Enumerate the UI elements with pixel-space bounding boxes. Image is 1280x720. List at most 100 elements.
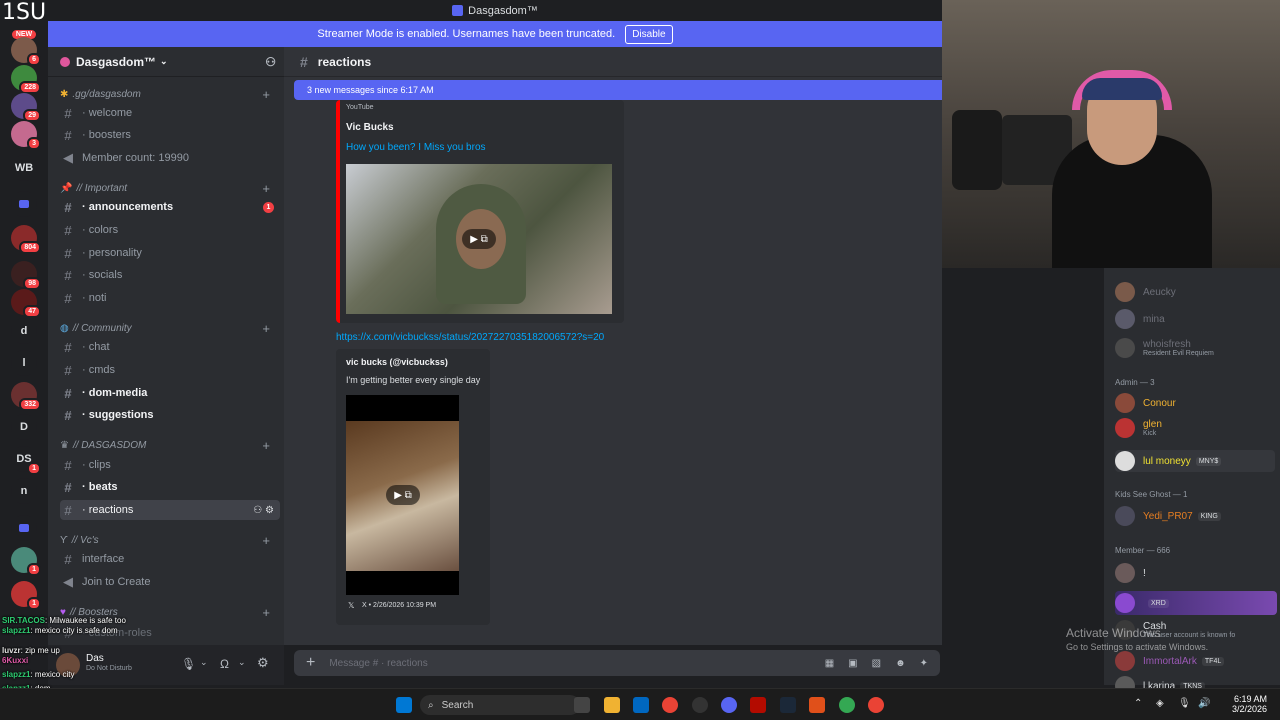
channel-dom-media[interactable]: # · dom-media bbox=[60, 383, 280, 403]
mic-icon[interactable]: 🎙 bbox=[1178, 698, 1191, 709]
add-friend-icon[interactable]: ⚇ bbox=[265, 55, 276, 69]
add-channel-icon[interactable]: + bbox=[262, 181, 270, 196]
server-icon[interactable]: 332 bbox=[11, 382, 41, 411]
discord-icon[interactable] bbox=[721, 697, 737, 713]
category-gg[interactable]: ✱ .gg/dasgasdom + bbox=[60, 87, 276, 102]
play-icon[interactable]: ▶ ⧉ bbox=[462, 229, 496, 249]
server-icon[interactable]: l bbox=[11, 350, 37, 376]
channel-suggestions[interactable]: # · suggestions bbox=[60, 405, 280, 425]
chat-text: : mexico city bbox=[30, 670, 75, 679]
steam-icon[interactable] bbox=[780, 697, 796, 713]
new-messages-bar[interactable]: 3 new messages since 6:17 AM bbox=[294, 80, 942, 100]
server-icon[interactable]: D bbox=[11, 414, 37, 440]
add-channel-icon[interactable]: + bbox=[262, 438, 270, 453]
embed-author[interactable]: vic bucks (@vicbuckss) bbox=[346, 357, 448, 367]
obs-icon[interactable] bbox=[809, 697, 825, 713]
server-icon[interactable]: 47 bbox=[11, 289, 41, 318]
disable-button[interactable]: Disable bbox=[625, 24, 673, 44]
network-icon[interactable]: ◈ bbox=[1156, 698, 1164, 709]
server-icon[interactable]: 98 bbox=[11, 261, 41, 290]
store-icon[interactable] bbox=[633, 697, 649, 713]
server-icon[interactable]: 804 bbox=[11, 225, 41, 254]
channel-announcements[interactable]: # · announcements 1 bbox=[60, 197, 280, 217]
server-icon[interactable]: 1 bbox=[11, 581, 41, 610]
member-group-header: Kids See Ghost — 1 bbox=[1115, 490, 1188, 499]
channel-noti[interactable]: # · noti bbox=[60, 288, 280, 308]
channel-chat[interactable]: # · chat bbox=[60, 337, 280, 357]
add-channel-icon[interactable]: + bbox=[262, 533, 270, 548]
server-icon[interactable]: 1 bbox=[11, 547, 41, 576]
member-item[interactable]: Aeucky bbox=[1115, 282, 1176, 302]
x-post-link[interactable]: https://x.com/vicbuckss/status/202722703… bbox=[336, 332, 604, 343]
chevron-down-icon[interactable]: ⌄ bbox=[238, 657, 246, 668]
gif-icon[interactable]: ▣ bbox=[848, 658, 857, 669]
category-dasgasdom[interactable]: ♛// DASGASDOM + bbox=[60, 438, 276, 453]
play-icon[interactable]: ▶ ⧉ bbox=[386, 485, 420, 505]
server-icon[interactable]: DS 1 bbox=[11, 446, 41, 475]
add-channel-icon[interactable]: + bbox=[262, 87, 270, 102]
message-input[interactable]: Message # · reactions bbox=[329, 658, 824, 669]
task-view-icon[interactable] bbox=[574, 697, 590, 713]
category-vcs[interactable]: ϒ// Vc's + bbox=[60, 533, 276, 548]
embed-author[interactable]: Vic Bucks bbox=[346, 122, 394, 133]
channel-settings-icon[interactable]: ⚇ ⚙ bbox=[253, 505, 274, 516]
channel-personality[interactable]: # · personality bbox=[60, 243, 280, 263]
sticker-icon[interactable]: ▧ bbox=[872, 658, 881, 669]
embed-title-link[interactable]: How you been? I Miss you bros bbox=[346, 142, 486, 153]
add-attachment-icon[interactable]: + bbox=[306, 654, 315, 672]
category-important[interactable]: 📌// Important + bbox=[60, 181, 276, 196]
taskbar-search[interactable]: ⌕ Search bbox=[420, 695, 580, 715]
member-item[interactable]: mina bbox=[1115, 309, 1165, 329]
server-icon[interactable]: d bbox=[11, 318, 37, 344]
add-channel-icon[interactable]: + bbox=[262, 605, 270, 620]
channel-member-count[interactable]: ◀ Member count: 19990 bbox=[60, 148, 280, 168]
server-icon[interactable]: 228 bbox=[11, 65, 41, 94]
folder-icon[interactable] bbox=[11, 191, 37, 217]
chrome-icon[interactable] bbox=[868, 697, 884, 713]
server-icon[interactable]: WB bbox=[11, 155, 37, 181]
folder-icon[interactable] bbox=[11, 515, 37, 541]
member-item[interactable]: whoisfresh Resident Evil Requiem bbox=[1115, 338, 1214, 358]
apps-icon[interactable]: ✦ bbox=[920, 658, 928, 669]
headphones-icon[interactable]: Ω bbox=[220, 657, 229, 671]
acrobat-icon[interactable] bbox=[750, 697, 766, 713]
channel-clips[interactable]: # · clips bbox=[60, 455, 280, 475]
member-item[interactable]: ImmortalArk TF4L bbox=[1115, 651, 1225, 671]
emoji-icon[interactable]: ☻ bbox=[895, 658, 906, 669]
server-icon[interactable]: 3 bbox=[11, 121, 41, 150]
server-icon[interactable]: n bbox=[11, 478, 37, 504]
video-thumbnail[interactable]: ▶ ⧉ bbox=[346, 164, 612, 314]
chrome-icon[interactable] bbox=[839, 697, 855, 713]
server-icon[interactable]: 29 bbox=[11, 93, 41, 122]
windows-start-icon[interactable] bbox=[396, 697, 412, 713]
member-item[interactable]: lul moneyy MNY$ bbox=[1115, 450, 1275, 472]
app-icon[interactable] bbox=[692, 697, 708, 713]
speaker-icon[interactable]: 🔊 bbox=[1198, 698, 1210, 709]
clock[interactable]: 6:19 AM 3/2/2026 bbox=[1232, 694, 1267, 714]
gear-icon[interactable]: ⚙ bbox=[257, 655, 269, 671]
category-community[interactable]: ◍// Community + bbox=[60, 321, 276, 336]
member-item[interactable]: Conour bbox=[1115, 393, 1176, 413]
server-icon[interactable]: 6 bbox=[11, 37, 41, 66]
member-item[interactable]: Yedi_PR07 KING bbox=[1115, 506, 1221, 526]
chrome-icon[interactable] bbox=[662, 697, 678, 713]
server-header[interactable]: Dasgasdom™ ⌄ ⚇ bbox=[48, 47, 284, 77]
gift-icon[interactable]: ▦ bbox=[825, 658, 834, 669]
member-item[interactable]: glen Kick bbox=[1115, 418, 1162, 438]
channel-reactions[interactable]: # · reactions ⚇ ⚙ bbox=[60, 500, 280, 520]
file-explorer-icon[interactable] bbox=[604, 697, 620, 713]
channel-interface[interactable]: # interface bbox=[60, 549, 280, 569]
channel-welcome[interactable]: # · welcome bbox=[60, 103, 280, 123]
member-item[interactable]: ! bbox=[1115, 563, 1146, 583]
add-channel-icon[interactable]: + bbox=[262, 321, 270, 336]
channel-colors[interactable]: # · colors bbox=[60, 220, 280, 240]
member-item[interactable]: XRD bbox=[1115, 591, 1277, 615]
channel-join-to-create[interactable]: ◀ Join to Create bbox=[60, 572, 280, 592]
channel-beats[interactable]: # · beats bbox=[60, 477, 280, 497]
banner-text: Streamer Mode is enabled. Usernames have… bbox=[317, 28, 616, 40]
channel-socials[interactable]: # · socials bbox=[60, 265, 280, 285]
chevron-up-icon[interactable]: ⌃ bbox=[1134, 698, 1142, 709]
channel-cmds[interactable]: # · cmds bbox=[60, 360, 280, 380]
channel-boosters[interactable]: # · boosters bbox=[60, 125, 280, 145]
video-thumbnail[interactable]: ▶ ⧉ bbox=[346, 395, 459, 595]
